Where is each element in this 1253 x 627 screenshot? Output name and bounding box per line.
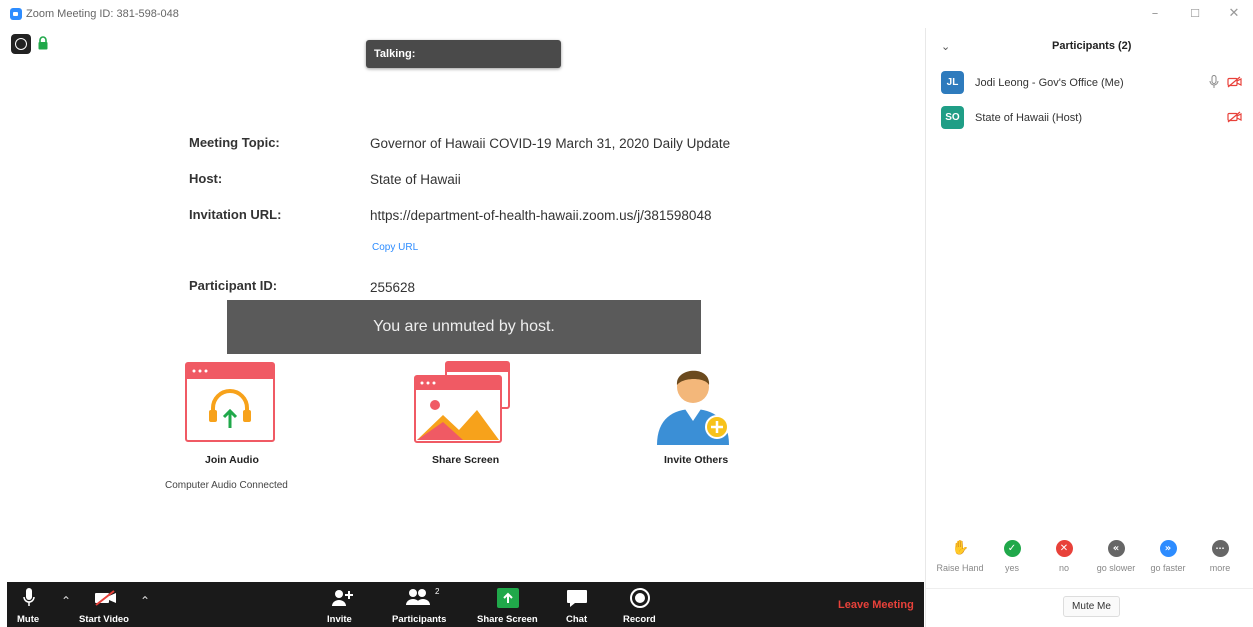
share-screen-toolbar-label: Share Screen xyxy=(477,614,538,625)
join-audio-label[interactable]: Join Audio xyxy=(205,454,259,466)
video-off-icon xyxy=(95,590,116,606)
collapse-panel-icon[interactable]: ⌄ xyxy=(941,40,950,53)
mute-button[interactable]: Mute xyxy=(7,582,52,627)
participants-panel: ⌄ Participants (2) JL Jodi Leong - Gov's… xyxy=(925,28,1253,627)
share-screen-button[interactable]: Share Screen xyxy=(473,582,541,627)
participants-title: Participants (2) xyxy=(1052,40,1132,52)
invite-others-icon[interactable] xyxy=(655,357,735,447)
video-options-caret-icon[interactable]: ⌃ xyxy=(140,594,150,608)
participants-label: Participants xyxy=(392,614,447,625)
chat-button[interactable]: Chat xyxy=(562,582,592,627)
host-value: State of Hawaii xyxy=(370,172,461,187)
close-button[interactable]: ✕ xyxy=(1226,6,1242,22)
more-icon: ··· xyxy=(1211,540,1229,557)
join-audio-icon[interactable] xyxy=(185,362,275,442)
avatar: SO xyxy=(941,106,964,129)
participant-name: State of Hawaii (Host) xyxy=(975,112,1082,124)
participants-count-badge: 2 xyxy=(435,587,440,596)
participant-row[interactable]: JL Jodi Leong - Gov's Office (Me) xyxy=(941,71,1251,95)
raise-hand-button[interactable]: ✋ Raise Hand xyxy=(935,538,985,573)
mute-label: Mute xyxy=(17,614,40,625)
audio-options-caret-icon[interactable]: ⌃ xyxy=(61,594,71,608)
panel-divider xyxy=(926,588,1253,589)
invitation-url-label: Invitation URL: xyxy=(189,207,282,222)
reaction-label: more xyxy=(1209,563,1231,573)
maximize-button[interactable]: ☐ xyxy=(1187,6,1203,22)
no-icon: ✕ xyxy=(1055,540,1073,557)
meeting-topic-label: Meeting Topic: xyxy=(189,135,280,150)
zoom-window: Zoom Meeting ID: 381-598-048 – ☐ ✕ Talki… xyxy=(0,0,1253,627)
microphone-icon[interactable] xyxy=(1209,75,1219,89)
video-off-icon[interactable] xyxy=(1227,76,1242,88)
invite-button[interactable]: Invite xyxy=(322,582,362,627)
no-button[interactable]: ✕ no xyxy=(1039,538,1089,573)
participants-button[interactable]: 2 Participants xyxy=(388,582,454,627)
share-screen-label[interactable]: Share Screen xyxy=(432,454,499,466)
leave-meeting-button[interactable]: Leave Meeting xyxy=(838,599,914,611)
audio-status-label: Computer Audio Connected xyxy=(165,480,288,491)
more-button[interactable]: ··· more xyxy=(1195,538,1245,573)
lock-icon[interactable] xyxy=(38,36,48,50)
invite-others-label[interactable]: Invite Others xyxy=(664,454,728,466)
participant-name: Jodi Leong - Gov's Office (Me) xyxy=(975,77,1124,89)
unmuted-message: You are unmuted by host. xyxy=(373,318,555,335)
participants-icon xyxy=(406,589,430,605)
meeting-topic-value: Governor of Hawaii COVID-19 March 31, 20… xyxy=(370,136,731,151)
go-faster-button[interactable]: » go faster xyxy=(1143,538,1193,573)
yes-icon: ✓ xyxy=(1003,540,1021,557)
copy-url-link[interactable]: Copy URL xyxy=(372,242,418,253)
reactions-bar: ✋ Raise Hand ✓ yes ✕ no « go slower » go… xyxy=(926,538,1253,578)
raise-hand-icon: ✋ xyxy=(951,540,969,556)
avatar: JL xyxy=(941,71,964,94)
record-icon xyxy=(630,588,650,608)
record-button[interactable]: Record xyxy=(619,582,661,627)
invitation-url-value: https://department-of-health-hawaii.zoom… xyxy=(370,208,712,223)
reaction-label: go slower xyxy=(1096,563,1136,573)
meeting-info-icon[interactable] xyxy=(11,34,31,54)
record-label: Record xyxy=(623,614,656,625)
meeting-toolbar: Mute ⌃ Start Video ⌃ Invite 2 Participan… xyxy=(7,582,924,627)
microphone-icon xyxy=(23,588,35,606)
chat-icon xyxy=(567,590,587,607)
chat-label: Chat xyxy=(566,614,588,625)
start-video-button[interactable]: Start Video xyxy=(77,582,137,627)
share-screen-icon[interactable] xyxy=(413,360,511,444)
go-slower-icon: « xyxy=(1107,540,1125,557)
reaction-label: yes xyxy=(1004,563,1019,573)
yes-button[interactable]: ✓ yes xyxy=(987,538,1037,573)
zoom-logo-icon xyxy=(10,8,22,20)
reaction-label: Raise Hand xyxy=(936,563,984,573)
reaction-label: go faster xyxy=(1150,563,1186,573)
go-faster-icon: » xyxy=(1159,540,1177,557)
talking-indicator: Talking: xyxy=(366,40,561,68)
title-bar: Zoom Meeting ID: 381-598-048 – ☐ ✕ xyxy=(0,0,1253,28)
reaction-label: no xyxy=(1058,563,1069,573)
invite-label: Invite xyxy=(327,614,352,625)
window-title: Zoom Meeting ID: 381-598-048 xyxy=(26,8,179,20)
participant-row[interactable]: SO State of Hawaii (Host) xyxy=(941,106,1251,130)
participant-id-value: 255628 xyxy=(370,280,416,295)
add-user-icon xyxy=(332,590,353,606)
host-label: Host: xyxy=(189,171,223,186)
minimize-button[interactable]: – xyxy=(1147,6,1163,22)
go-slower-button[interactable]: « go slower xyxy=(1091,538,1141,573)
mute-me-button[interactable]: Mute Me xyxy=(1063,596,1120,617)
share-screen-icon xyxy=(497,588,519,608)
video-off-icon[interactable] xyxy=(1227,111,1242,123)
unmuted-notification: You are unmuted by host. xyxy=(227,300,701,354)
start-video-label: Start Video xyxy=(79,614,129,625)
participant-id-label: Participant ID: xyxy=(189,278,278,293)
